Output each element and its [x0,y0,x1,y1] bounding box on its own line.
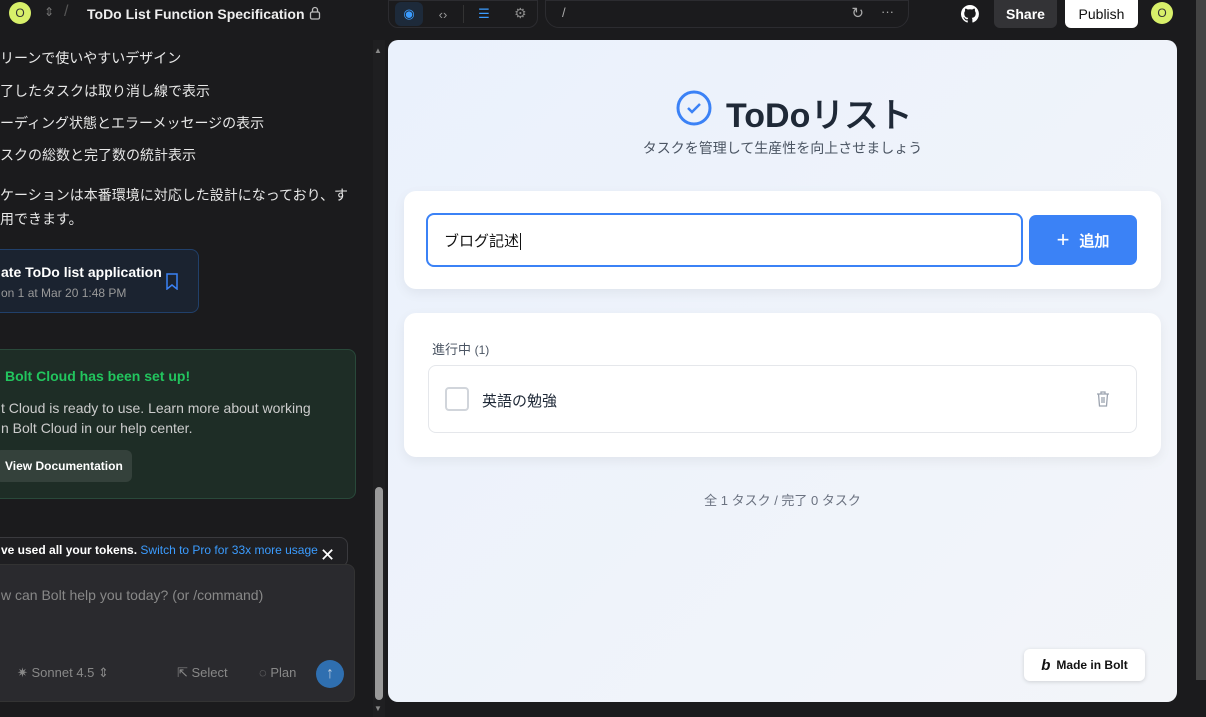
cloud-body: t Cloud is ready to use. Learn more abou… [1,400,311,416]
chat-panel: リーンで使いやすいデザイン 了したタスクは取り消し線で表示 ーディング状態とエラ… [0,40,370,717]
more-icon[interactable]: ··· [881,4,894,19]
sparkle-icon: ✷ [17,665,32,680]
commit-card[interactable]: ate ToDo list application on 1 at Mar 20… [0,249,199,313]
divider [463,5,464,23]
share-button[interactable]: Share [994,0,1057,28]
bookmark-icon[interactable] [165,273,179,290]
cursor-icon: ⇱ [177,665,192,680]
github-icon[interactable] [961,5,979,23]
close-icon[interactable]: ✕ [320,545,335,566]
scrollbar-thumb[interactable] [375,487,383,700]
model-selector[interactable]: ✷ Sonnet 4.5 ⇕ [17,665,109,681]
select-button[interactable]: ⇱ Select [177,665,228,681]
add-label: 追加 [1079,232,1110,250]
model-label: Sonnet 4.5 [31,665,95,680]
chat-line: スクの総数と完了数の統計表示 [0,147,196,163]
check-circle-icon [676,90,712,126]
plan-label: Plan [270,665,297,680]
task-checkbox[interactable] [445,387,469,411]
app-title: ToDoリスト [726,97,913,135]
send-button[interactable]: ↑ [316,660,344,688]
page-scrollbar[interactable] [1196,0,1206,680]
task-input[interactable]: ブログ記述 [426,213,1023,267]
add-task-card: ブログ記述 + 追加 [404,191,1161,289]
chevron-updown-icon[interactable]: ⇕ [44,5,54,19]
plan-button[interactable]: ◌ Plan [259,665,296,680]
task-stats: 全 1 タスク / 完了 0 タスク [704,493,861,508]
chat-line: リーンで使いやすいデザイン [0,50,182,66]
url-bar[interactable]: / ↻ ··· [545,0,909,28]
commit-subtitle: on 1 at Mar 20 1:48 PM [1,286,127,300]
view-documentation-button[interactable]: View Documentation [0,450,132,482]
chat-line: 用できます。 [0,211,83,227]
chat-line: 了したタスクは取り消し線で表示 [0,83,210,99]
plus-icon: + [1056,227,1070,252]
lock-icon [309,6,321,20]
prompt-input[interactable]: w can Bolt help you today? (or /command) [1,587,263,603]
section-heading: 進行中 (1) [432,339,489,358]
app-preview: ToDoリスト タスクを管理して生産性を向上させましょう ブログ記述 + 追加 進… [388,40,1177,702]
trash-icon[interactable] [1095,390,1111,408]
task-list-card: 進行中 (1) 英語の勉強 [404,313,1161,457]
app-subtitle: タスクを管理して生産性を向上させましょう [642,140,923,156]
add-button[interactable]: + 追加 [1029,215,1137,265]
token-text: ve used all your tokens. [1,543,138,557]
select-label: Select [191,665,228,680]
commit-title: ate ToDo list application [1,264,162,280]
upgrade-link[interactable]: Switch to Pro for 33x more usage [140,543,317,557]
token-banner: ve used all your tokens. Switch to Pro f… [0,537,348,567]
cloud-title: Bolt Cloud has been set up! [5,368,191,384]
chat-line: ケーションは本番環境に対応した設計になっており、す [0,187,349,203]
prompt-box[interactable]: w can Bolt help you today? (or /command)… [0,564,355,702]
code-icon[interactable]: ‹› [429,2,457,26]
breadcrumb-separator: / [64,3,69,20]
user-avatar[interactable]: O [1151,2,1173,24]
made-in-bolt-badge[interactable]: b Made in Bolt [1024,649,1145,681]
preview-eye-icon[interactable]: ◉ [395,2,423,26]
chat-scrollbar[interactable]: ▲ ▼ [373,40,385,717]
cloud-body: n Bolt Cloud in our help center. [1,420,193,436]
url-text: / [562,5,566,20]
lightbulb-icon: ◌ [259,665,271,680]
settings-gear-icon[interactable]: ⚙ [514,5,527,22]
task-input-value: ブログ記述 [444,233,520,250]
bolt-logo-icon: b [1041,656,1051,674]
task-text: 英語の勉強 [482,393,558,410]
publish-button[interactable]: Publish [1065,0,1138,28]
section-label: 進行中 [432,342,472,357]
chat-line: ーディング状態とエラーメッセージの表示 [0,115,265,131]
bolt-cloud-card: Bolt Cloud has been set up! t Cloud is r… [0,349,356,499]
section-count: (1) [474,343,490,357]
project-title[interactable]: ToDo List Function Specification [87,6,305,22]
database-icon[interactable]: ☰ [470,2,498,26]
badge-label: Made in Bolt [1056,658,1128,672]
task-item: 英語の勉強 [428,365,1137,433]
reload-icon[interactable]: ↻ [851,4,864,22]
top-bar: O ⇕ / ToDo List Function Specification ◉… [0,0,1206,30]
project-avatar[interactable]: O [9,2,31,24]
